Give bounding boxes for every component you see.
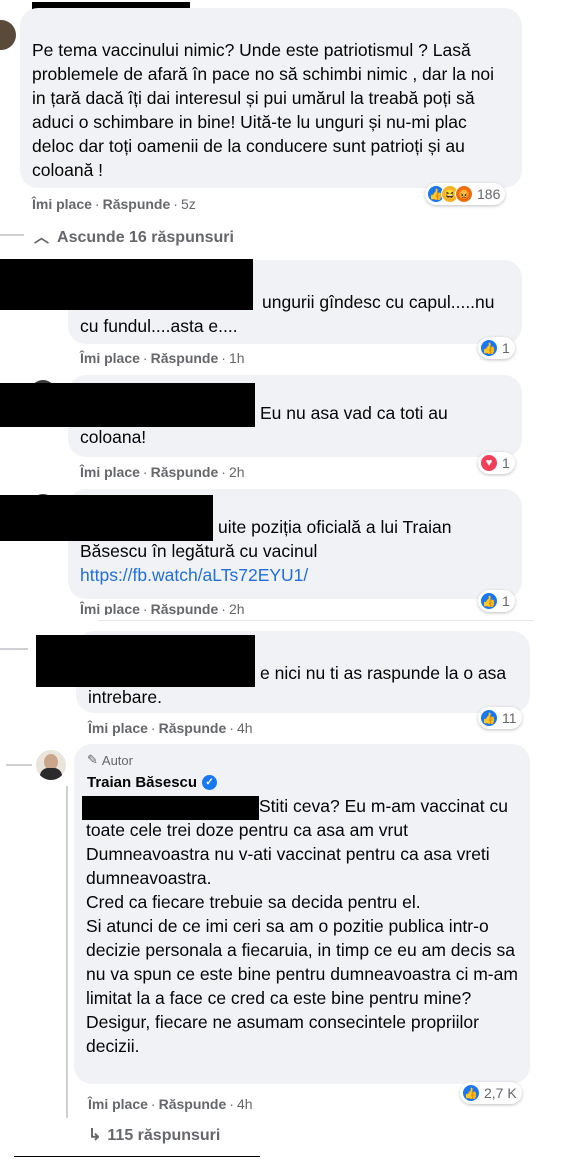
angry-reaction-icon: 😡 <box>455 185 473 203</box>
reply-arrow-icon: ↳ <box>88 1127 102 1144</box>
love-reaction-icon: ♥ <box>480 454 498 472</box>
timestamp[interactable]: 5z <box>181 196 196 212</box>
chevron-up-icon: ︿ <box>34 229 50 246</box>
redacted-mention <box>82 796 259 820</box>
divider <box>98 620 534 621</box>
timestamp[interactable]: 4h <box>237 1096 253 1112</box>
comment-text: Pe tema vaccinului nimic? Unde este patr… <box>32 40 499 180</box>
toggle-label: Ascunde 16 răspunsuri <box>57 229 234 246</box>
timestamp[interactable]: 1h <box>229 350 245 366</box>
like-reaction-icon: 👍 <box>462 1084 480 1102</box>
reply-actions: Îmi place · Răspunde · 2h <box>80 464 245 480</box>
author-reply-actions: Îmi place · Răspunde · 4h <box>88 1096 253 1112</box>
hide-replies-toggle[interactable]: ︿ Ascunde 16 răspunsuri <box>34 226 234 247</box>
reply-link[interactable]: Răspunde <box>159 720 227 736</box>
like-reaction-icon: 👍 <box>480 709 498 727</box>
reactions-summary[interactable]: 👍 😆 😡 186 <box>425 183 506 205</box>
author-badge: ✎ Autor <box>87 752 133 768</box>
timestamp[interactable]: 4h <box>237 720 253 736</box>
redacted-name <box>0 259 253 310</box>
thread-connector <box>0 648 28 650</box>
avatar[interactable] <box>0 20 16 50</box>
reply-link[interactable]: Răspunde <box>103 196 171 212</box>
like-link[interactable]: Îmi place <box>32 196 92 212</box>
reaction-count: 2,7 K <box>484 1085 517 1101</box>
reaction-count: 11 <box>502 710 517 726</box>
redacted-name <box>0 495 213 541</box>
reaction-count: 186 <box>477 186 501 202</box>
divider <box>14 1156 260 1157</box>
reaction-count: 1 <box>502 340 510 356</box>
reaction-count: 1 <box>502 593 510 609</box>
reply-link[interactable]: Răspunde <box>151 601 219 615</box>
like-link[interactable]: Îmi place <box>80 464 140 480</box>
reactions-summary[interactable]: 👍 1 <box>478 590 515 612</box>
reactions-summary[interactable]: 👍 1 <box>478 337 515 359</box>
verified-badge-icon: ✓ <box>202 775 218 790</box>
redacted-name <box>0 383 255 427</box>
thread-line <box>66 786 68 1118</box>
like-link[interactable]: Îmi place <box>88 720 148 736</box>
view-more-replies[interactable]: ↳ 115 răspunsuri <box>88 1125 220 1145</box>
reaction-count: 1 <box>502 455 510 471</box>
author-name-row: Traian Băsescu ✓ <box>87 774 218 791</box>
thread-connector <box>0 234 24 236</box>
like-reaction-icon: 👍 <box>480 592 498 610</box>
author-reply-text: Stiti ceva? Eu m-am vaccinat cu toate ce… <box>86 796 518 1056</box>
video-link[interactable]: https://fb.watch/aLTs72EYU1/ <box>80 563 510 587</box>
author-avatar[interactable] <box>36 750 66 780</box>
reactions-summary[interactable]: 👍 11 <box>478 707 522 729</box>
reply-actions: Îmi place · Răspunde · 4h <box>88 720 253 736</box>
reply-actions: Îmi place · Răspunde · 2h <box>80 601 245 615</box>
more-replies-label: 115 răspunsuri <box>107 1127 221 1144</box>
like-link[interactable]: Îmi place <box>80 601 140 615</box>
comment-actions: Îmi place · Răspunde · 5z <box>32 196 196 212</box>
like-reaction-icon: 👍 <box>480 339 498 357</box>
timestamp[interactable]: 2h <box>229 464 245 480</box>
reply-link[interactable]: Răspunde <box>151 464 219 480</box>
author-badge-label: Autor <box>101 752 133 768</box>
reply-link[interactable]: Răspunde <box>151 350 219 366</box>
pencil-icon: ✎ <box>87 752 98 767</box>
timestamp[interactable]: 2h <box>229 601 245 615</box>
reactions-summary[interactable]: ♥ 1 <box>478 452 515 474</box>
like-link[interactable]: Îmi place <box>80 350 140 366</box>
reply-link[interactable]: Răspunde <box>159 1096 227 1112</box>
author-name[interactable]: Traian Băsescu <box>87 774 197 791</box>
reactions-summary[interactable]: 👍 2,7 K <box>460 1082 522 1104</box>
like-link[interactable]: Îmi place <box>88 1096 148 1112</box>
reply-actions: Îmi place · Răspunde · 1h <box>80 350 245 366</box>
comment-bubble: Pe tema vaccinului nimic? Unde este patr… <box>20 8 522 188</box>
thread-connector <box>6 764 32 766</box>
redacted-name <box>36 635 255 687</box>
